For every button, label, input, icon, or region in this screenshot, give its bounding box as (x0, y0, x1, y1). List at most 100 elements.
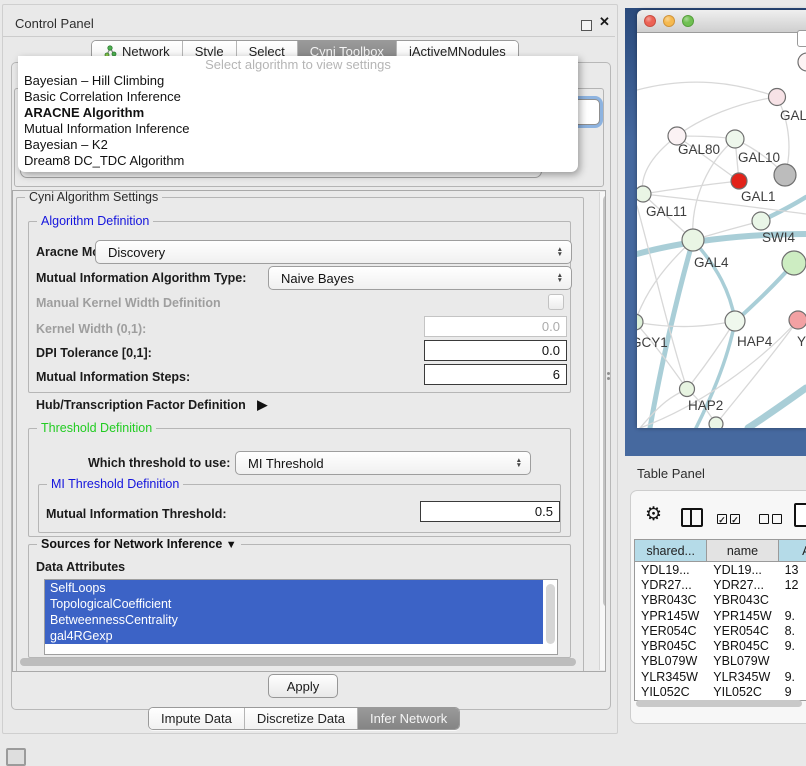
table-row[interactable]: YDR27...YDR27...12 (635, 577, 806, 592)
columns-icon[interactable] (681, 508, 703, 527)
tab-discretize-data[interactable]: Discretize Data (245, 708, 358, 729)
mi-threshold-field[interactable] (420, 501, 560, 522)
list-scrollbar-thumb[interactable] (546, 584, 555, 644)
attribute-option[interactable]: BetweennessCentrality (45, 612, 543, 628)
network-node[interactable] (731, 173, 747, 189)
zoom-light-icon[interactable] (682, 15, 694, 27)
algorithm-option[interactable]: ARACNE Algorithm (18, 105, 578, 121)
table-cell: YBR043C (707, 593, 778, 607)
network-edge[interactable] (748, 388, 806, 428)
export-table-icon[interactable] (794, 503, 806, 527)
scrollbar-thumb[interactable] (636, 700, 802, 707)
table-row[interactable]: YBR043CYBR043C (635, 593, 806, 608)
dpi-tolerance-field[interactable] (424, 340, 567, 361)
table-cell: YBR045C (707, 639, 778, 653)
network-edge[interactable] (642, 136, 677, 194)
data-attributes-list[interactable]: SelfLoopsTopologicalCoefficientBetweenne… (44, 579, 558, 655)
table-cell: YBL079W (635, 654, 707, 668)
network-edge[interactable] (643, 181, 739, 194)
network-node[interactable] (682, 229, 704, 251)
network-node[interactable] (774, 164, 796, 186)
algorithm-option[interactable]: Basic Correlation Inference (18, 89, 578, 105)
stepper-arrows-icon: ▲▼ (557, 247, 563, 257)
table-cell: YBR045C (635, 639, 707, 653)
kernel-width-label: Kernel Width (0,1): (36, 322, 146, 336)
network-node[interactable] (789, 311, 806, 329)
table-row[interactable]: YER054CYER054C8. (635, 623, 806, 638)
horizontal-scrollbar[interactable] (16, 657, 586, 667)
manual-kernel-checkbox[interactable] (548, 294, 564, 310)
table-cell: YLR345W (635, 670, 707, 684)
kernel-width-field[interactable] (424, 316, 567, 337)
network-window[interactable]: GALGAL80GAL10GAL1GAL11SWI4GAL4GCY1HAP4YH… (637, 10, 806, 428)
table-row[interactable]: YDL19...YDL19...13 (635, 562, 806, 577)
attribute-option[interactable]: TopologicalCoefficient (45, 596, 543, 612)
minimize-light-icon[interactable] (663, 15, 675, 27)
network-edge[interactable] (640, 389, 687, 428)
table-cell: 9. (779, 609, 806, 623)
gear-icon[interactable]: ⚙ (645, 505, 662, 524)
network-node[interactable] (798, 53, 806, 71)
table-cell: 9. (779, 670, 806, 684)
sources-toggle[interactable]: Sources for Network Inference ▼ (37, 537, 241, 551)
which-threshold-combobox[interactable]: MI Threshold ▲▼ (235, 451, 531, 475)
scrollbar-thumb[interactable] (603, 195, 607, 607)
deselect-all-columns-icon[interactable] (759, 514, 782, 524)
hub-section-toggle[interactable]: Hub/Transcription Factor Definition ▶ (36, 397, 267, 413)
algorithm-option[interactable]: Bayesian – Hill Climbing (18, 73, 578, 89)
network-edge[interactable] (693, 240, 735, 320)
close-icon[interactable]: ✕ (599, 14, 610, 30)
collapsed-arrow-icon: ▶ (257, 397, 267, 412)
node-label: GAL10 (738, 150, 780, 165)
algorithm-option[interactable]: Dream8 DC_TDC Algorithm (18, 153, 578, 169)
network-node[interactable] (782, 251, 806, 275)
aracne-mode-combobox[interactable]: Discovery ▲▼ (95, 240, 572, 264)
network-window-titlebar[interactable] (637, 10, 806, 33)
network-node[interactable] (637, 314, 643, 330)
apply-button[interactable]: Apply (268, 674, 338, 698)
manual-kernel-label: Manual Kernel Width Definition (36, 296, 221, 310)
float-window-icon[interactable] (581, 20, 592, 31)
table-row[interactable]: YBR045CYBR045C9. (635, 638, 806, 653)
table-row[interactable]: YBL079WYBL079W (635, 654, 806, 669)
table-cell: YDR27... (635, 578, 707, 592)
table-row[interactable]: YIL052CYIL052C9 (635, 684, 806, 699)
column-header[interactable]: shared... (635, 540, 707, 561)
network-node[interactable] (726, 130, 744, 148)
table-horizontal-scrollbar[interactable] (634, 699, 804, 708)
network-node[interactable] (769, 89, 786, 106)
tab-infer-network[interactable]: Infer Network (358, 708, 459, 729)
network-node[interactable] (709, 417, 723, 428)
close-light-icon[interactable] (644, 15, 656, 27)
mi-steps-field[interactable] (424, 364, 567, 385)
splitter-handle[interactable] (607, 370, 611, 380)
column-header[interactable]: name (707, 540, 778, 561)
table-cell: 8. (779, 624, 806, 638)
mi-type-combobox[interactable]: Naive Bayes ▲▼ (268, 266, 572, 290)
network-edge[interactable] (637, 82, 777, 97)
vertical-scrollbar[interactable] (599, 192, 606, 670)
attribute-option[interactable]: gal4RGexp (45, 628, 543, 644)
table-row[interactable]: YPR145WYPR145W9. (635, 608, 806, 623)
network-node[interactable] (680, 382, 695, 397)
network-edge[interactable] (637, 322, 687, 389)
select-all-columns-icon[interactable]: ✓✓ (717, 514, 740, 524)
network-node[interactable] (637, 186, 651, 202)
table-panel-title: Table Panel (637, 466, 705, 481)
algorithm-option[interactable]: Bayesian – K2 (18, 137, 578, 153)
network-overlay-box[interactable] (797, 30, 806, 47)
network-node[interactable] (725, 311, 745, 331)
attribute-option[interactable]: SelfLoops (45, 580, 543, 596)
scrollbar-thumb[interactable] (20, 658, 576, 666)
tab-impute-data[interactable]: Impute Data (149, 708, 245, 729)
node-label: GCY1 (637, 335, 668, 350)
network-node[interactable] (752, 212, 770, 230)
network-edge[interactable] (677, 97, 777, 136)
network-edge[interactable] (637, 321, 735, 327)
algorithm-option[interactable]: Mutual Information Inference (18, 121, 578, 137)
table-cell: YER054C (635, 624, 707, 638)
column-header[interactable]: A (779, 540, 806, 561)
table-row[interactable]: YLR345WYLR345W9. (635, 669, 806, 684)
network-canvas[interactable]: GALGAL80GAL10GAL1GAL11SWI4GAL4GCY1HAP4YH… (637, 32, 806, 428)
minimized-panel-icon[interactable] (6, 748, 26, 766)
